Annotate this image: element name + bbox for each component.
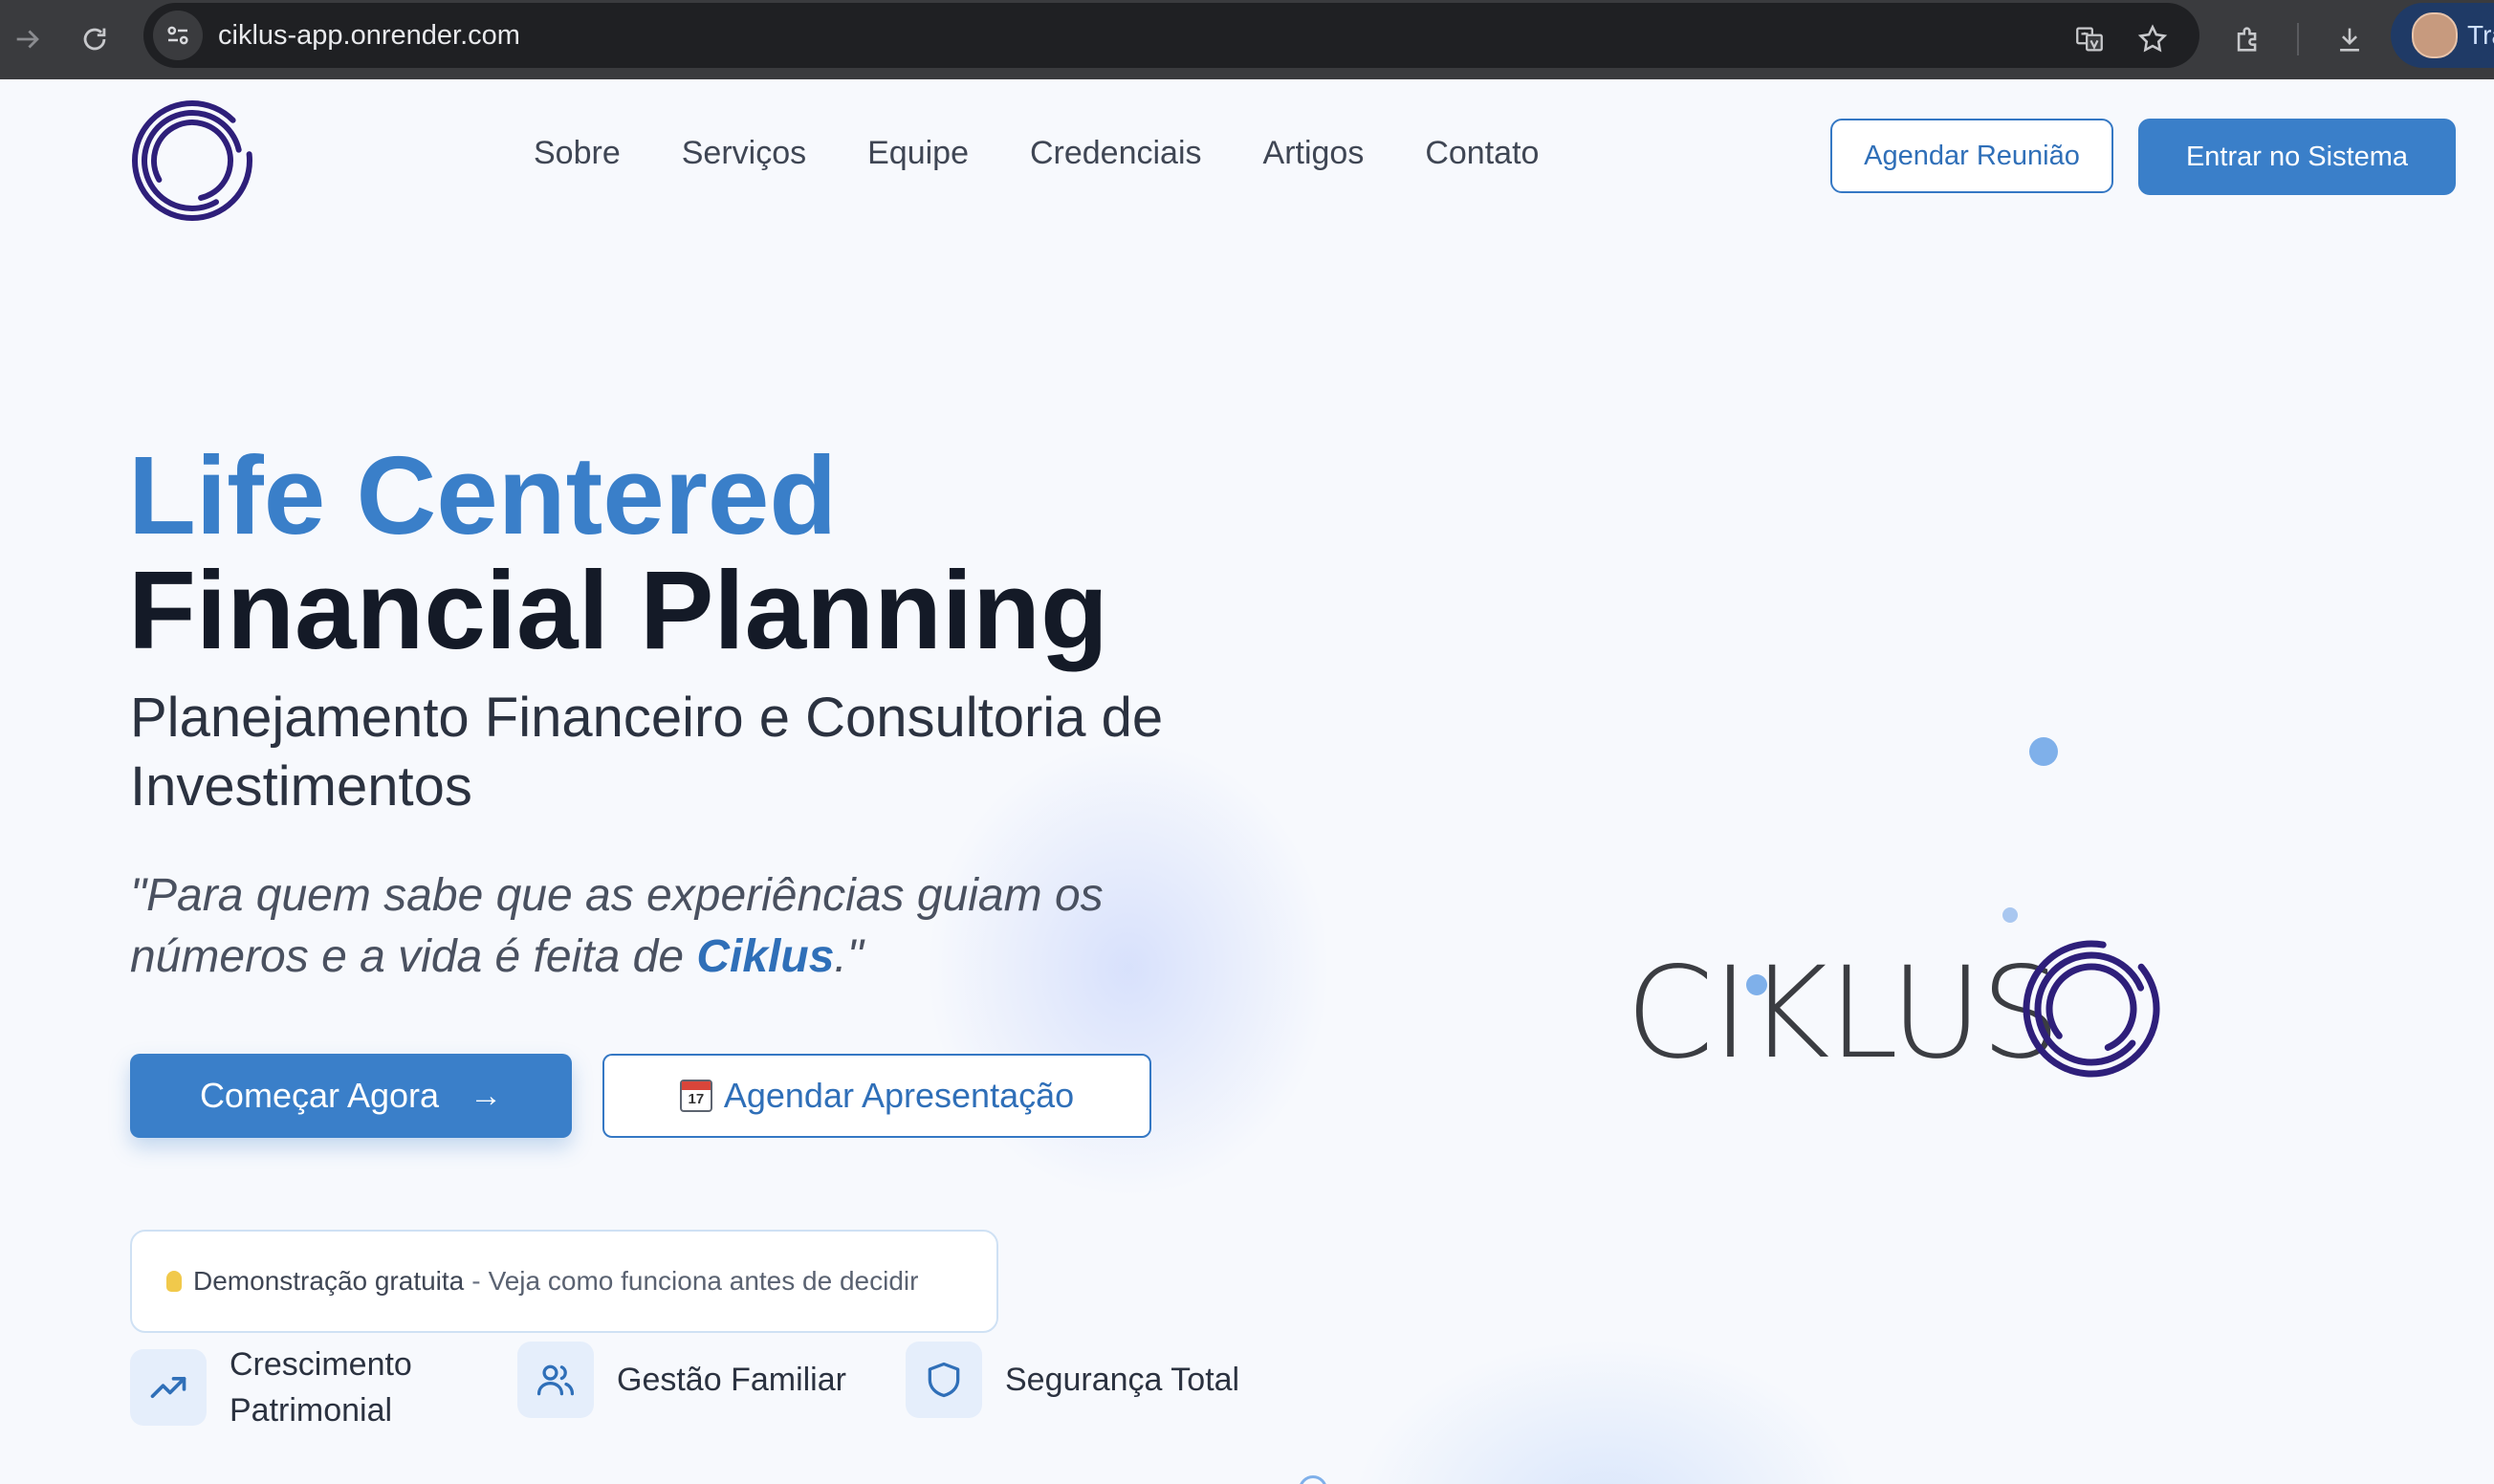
nav-equipe[interactable]: Equipe	[867, 135, 969, 172]
translate-icon[interactable]	[2066, 15, 2113, 63]
page-content: Sobre Serviços Equipe Credenciais Artigo…	[0, 79, 2494, 1484]
trending-up-icon	[130, 1349, 207, 1426]
profile-button[interactable]: Tra	[2391, 3, 2494, 68]
free-demo-banner: Demonstração gratuita - Veja como funcio…	[130, 1230, 998, 1333]
forward-icon[interactable]	[4, 15, 52, 63]
hero-title-line2: Financial Planning	[128, 548, 1108, 672]
hero-title: Life Centered Financial Planning	[128, 438, 1108, 667]
arrow-right-icon: →	[470, 1077, 503, 1114]
feature-family-label: Gestão Familiar	[617, 1362, 846, 1398]
lightbulb-icon	[166, 1271, 182, 1292]
quote-prefix: "Para quem sabe que as experiências guia…	[130, 870, 1104, 982]
shield-icon	[906, 1342, 982, 1418]
hero-title-line1: Life Centered	[128, 433, 838, 557]
quote-brand: Ciklus	[696, 931, 835, 982]
schedule-presentation-button[interactable]: 17 Agendar Apresentação	[602, 1054, 1151, 1138]
browser-toolbar: ciklus-app.onrender.com Tra	[0, 0, 2494, 79]
brand-logo-text: CIKLUS	[1626, 940, 2059, 1087]
calendar-day: 17	[688, 1091, 705, 1107]
nav-sobre[interactable]: Sobre	[534, 135, 621, 172]
address-bar[interactable]: ciklus-app.onrender.com	[143, 3, 2199, 68]
demo-separator: -	[471, 1266, 481, 1296]
extensions-icon[interactable]	[2224, 15, 2272, 63]
decorative-ring	[1299, 1475, 1327, 1484]
schedule-presentation-label: Agendar Apresentação	[723, 1076, 1075, 1115]
feature-security: Segurança Total	[906, 1342, 1239, 1418]
demo-text: Veja como funciona antes de decidir	[488, 1266, 919, 1296]
schedule-meeting-button[interactable]: Agendar Reunião	[1830, 119, 2113, 193]
start-now-button[interactable]: Começar Agora →	[130, 1054, 572, 1138]
profile-name: Tra	[2467, 20, 2494, 50]
nav-credenciais[interactable]: Credenciais	[1030, 135, 1202, 172]
users-icon	[517, 1342, 594, 1418]
feature-family: Gestão Familiar	[517, 1342, 846, 1418]
nav-servicos[interactable]: Serviços	[682, 135, 806, 172]
ciklus-brand-logo: CIKLUS	[1626, 940, 2160, 1087]
demo-highlight: Demonstração gratuita	[193, 1266, 465, 1296]
calendar-icon: 17	[679, 1080, 712, 1112]
url-text[interactable]: ciklus-app.onrender.com	[218, 20, 520, 52]
bookmark-star-icon[interactable]	[2129, 15, 2177, 63]
feature-security-label: Segurança Total	[1005, 1362, 1240, 1398]
feature-growth: Crescimento Patrimonial	[130, 1342, 449, 1433]
hero-subtitle: Planejamento Financeiro e Consultoria de…	[130, 687, 1164, 818]
nav-contato[interactable]: Contato	[1425, 135, 1539, 172]
avatar	[2412, 12, 2458, 58]
toolbar-divider	[2297, 23, 2299, 55]
start-now-label: Começar Agora	[199, 1076, 440, 1115]
download-icon[interactable]	[2326, 15, 2374, 63]
decorative-dot	[2029, 737, 2058, 766]
feature-growth-label: Crescimento Patrimonial	[230, 1346, 412, 1429]
enter-system-button[interactable]: Entrar no Sistema	[2138, 119, 2456, 195]
site-settings-icon[interactable]	[153, 11, 203, 60]
main-nav: Sobre Serviços Equipe Credenciais Artigo…	[534, 135, 1600, 172]
nav-artigos[interactable]: Artigos	[1263, 135, 1365, 172]
ciklus-logo-icon[interactable]	[130, 98, 254, 223]
hero-quote: "Para quem sabe que as experiências guia…	[130, 865, 1230, 988]
quote-suffix: ."	[834, 931, 864, 982]
reload-icon[interactable]	[71, 15, 119, 63]
